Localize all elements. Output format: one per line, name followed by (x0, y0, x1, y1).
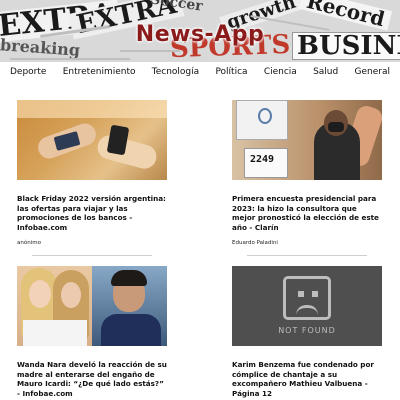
sad-face-icon (283, 276, 331, 320)
article-headline[interactable]: Wanda Nara develó la reacción de su madr… (17, 360, 167, 398)
article-author: Eduardo Paladini (232, 240, 278, 247)
banner-stripe (10, 58, 130, 60)
article-card[interactable]: NOT FOUND Karim Benzema fue condenado po… (232, 266, 382, 398)
nav-item-ciencia[interactable]: Ciencia (264, 67, 297, 77)
article-headline[interactable]: Black Friday 2022 versión argentina: las… (17, 194, 167, 232)
article-thumbnail[interactable] (17, 266, 167, 346)
article-headline[interactable]: Primera encuesta presidencial para 2023:… (232, 194, 382, 232)
article-card[interactable]: Black Friday 2022 versión argentina: las… (17, 100, 167, 246)
article-thumbnail[interactable]: 2249 (232, 100, 382, 180)
article-separator (247, 255, 367, 256)
nav-item-deporte[interactable]: Deporte (10, 67, 46, 77)
nav-item-salud[interactable]: Salud (313, 67, 338, 77)
category-nav: Deporte Entretenimiento Tecnología Polít… (0, 62, 400, 82)
not-found-label: NOT FOUND (278, 326, 336, 335)
article-thumbnail[interactable]: NOT FOUND (232, 266, 382, 346)
nav-item-politica[interactable]: Política (215, 67, 247, 77)
article-headline[interactable]: Karim Benzema fue condenado por cómplice… (232, 360, 382, 398)
app-title: News-App (135, 22, 265, 47)
article-separator (32, 255, 152, 256)
article-card[interactable]: Wanda Nara develó la reacción de su madr… (17, 266, 167, 398)
seal-icon (258, 108, 272, 124)
nav-item-general[interactable]: General (355, 67, 390, 77)
nav-item-tecnologia[interactable]: Tecnología (152, 67, 199, 77)
nav-item-entretenimiento[interactable]: Entretenimiento (63, 67, 136, 77)
header-banner: EXTRA EXTRA Soccer growth Record breakin… (0, 0, 400, 64)
banner-stripe (120, 50, 180, 52)
article-thumbnail[interactable] (17, 100, 167, 180)
article-card[interactable]: 2249 Primera encuesta presidencial para … (232, 100, 382, 246)
ballot-number: 2249 (250, 154, 275, 165)
article-author: anónimo (17, 240, 41, 247)
